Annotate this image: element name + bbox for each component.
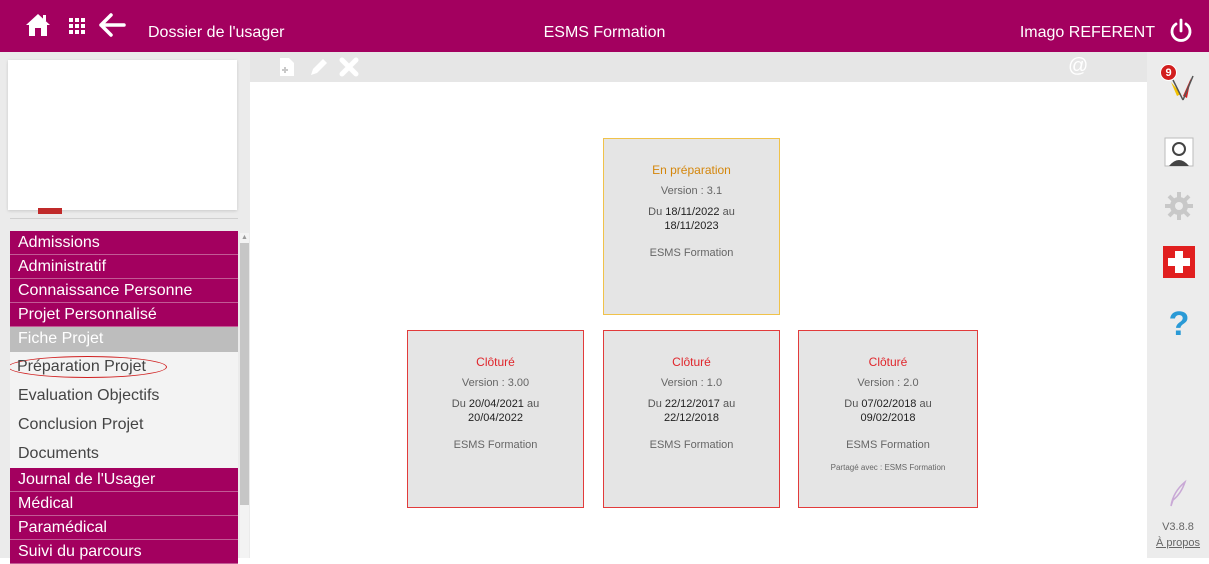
scroll-thumb[interactable] xyxy=(240,243,249,505)
new-document-icon[interactable] xyxy=(276,56,298,78)
menu-item-medical[interactable]: Médical xyxy=(10,492,238,516)
help-icon[interactable]: ? xyxy=(1163,306,1195,338)
card-status: Clôturé xyxy=(672,355,711,369)
card-org: ESMS Formation xyxy=(649,439,734,451)
home-icon[interactable] xyxy=(25,12,51,38)
card-status: Clôturé xyxy=(868,355,908,369)
user-photo xyxy=(8,60,237,210)
project-card-closed[interactable]: Clôturé Version : 3.00 Du 20/04/2021 au 2… xyxy=(407,330,584,508)
left-panel: Admissions Administratif Connaissance Pe… xyxy=(0,52,250,564)
menu-item-connaissance-personne[interactable]: Connaissance Personne xyxy=(10,279,238,303)
card-version: Version : 3.1 xyxy=(660,185,723,197)
alert-flag xyxy=(38,208,62,214)
project-card-current[interactable]: En préparation Version : 3.1 Du 18/11/20… xyxy=(603,138,780,315)
svg-text:?: ? xyxy=(1169,306,1190,338)
right-panel: 9 ? V3.8.8 À propos xyxy=(1147,52,1209,558)
card-shared-with: Partagé avec : ESMS Formation xyxy=(830,463,946,472)
card-version: Version : 3.00 xyxy=(461,377,530,389)
card-dates: Du 20/04/2021 au 20/04/2022 xyxy=(451,398,540,424)
highlight-circle: Préparation Projet xyxy=(10,356,167,378)
menu-item-journal-usager[interactable]: Journal de l'Usager xyxy=(10,468,238,492)
email-at-icon[interactable]: @ xyxy=(1068,55,1088,78)
menu-item-conclusion-projet[interactable]: Conclusion Projet xyxy=(10,410,238,439)
about-link[interactable]: À propos xyxy=(1147,537,1209,549)
side-menu: Admissions Administratif Connaissance Pe… xyxy=(10,231,238,564)
card-status: En préparation xyxy=(652,163,731,177)
menu-item-label: Préparation Projet xyxy=(17,358,146,375)
card-org: ESMS Formation xyxy=(649,247,734,259)
back-arrow-icon[interactable] xyxy=(98,12,126,38)
apps-grid-icon[interactable] xyxy=(66,15,88,37)
dossier-title: Dossier de l'usager xyxy=(148,24,285,41)
delete-x-icon[interactable] xyxy=(338,56,360,78)
project-card-closed[interactable]: Clôturé Version : 1.0 Du 22/12/2017 au 22… xyxy=(603,330,780,508)
edit-pencil-icon[interactable] xyxy=(308,56,330,78)
card-org: ESMS Formation xyxy=(846,439,930,451)
menu-scrollbar[interactable]: ▲ xyxy=(240,233,249,558)
settings-gear-icon[interactable] xyxy=(1163,190,1195,222)
project-card-closed[interactable]: Clôturé Version : 2.0 Du 07/02/2018 au 09… xyxy=(798,330,978,508)
menu-item-administratif[interactable]: Administratif xyxy=(10,255,238,279)
project-cards-area: En préparation Version : 3.1 Du 18/11/20… xyxy=(250,82,1147,558)
menu-item-documents[interactable]: Documents xyxy=(10,439,238,468)
medical-cross-icon[interactable] xyxy=(1163,246,1195,278)
menu-item-projet-personnalise[interactable]: Projet Personnalisé xyxy=(10,303,238,327)
card-dates: Du 18/11/2022 au 18/11/2023 xyxy=(648,206,735,232)
menu-item-suivi-parcours[interactable]: Suivi du parcours xyxy=(10,540,238,564)
divider xyxy=(10,218,238,219)
menu-item-paramedical[interactable]: Paramédical xyxy=(10,516,238,540)
card-status: Clôturé xyxy=(476,355,515,369)
card-dates: Du 07/02/2018 au 09/02/2018 xyxy=(844,398,932,424)
card-version: Version : 1.0 xyxy=(660,377,723,389)
power-icon[interactable] xyxy=(1168,18,1194,44)
top-bar: Dossier de l'usager ESMS Formation Imago… xyxy=(0,0,1209,52)
menu-item-fiche-projet[interactable]: Fiche Projet xyxy=(10,327,238,352)
menu-item-preparation-projet[interactable]: Préparation Projet xyxy=(10,352,238,381)
card-dates: Du 22/12/2017 au 22/12/2018 xyxy=(647,398,736,424)
user-name: Imago REFERENT xyxy=(1019,24,1155,41)
user-profile-icon[interactable] xyxy=(1163,136,1195,168)
notification-badge: 9 xyxy=(1160,64,1177,81)
app-version: V3.8.8 xyxy=(1162,521,1194,533)
feather-icon xyxy=(1170,479,1187,507)
card-version: Version : 2.0 xyxy=(857,377,919,389)
toolbar: @ xyxy=(250,52,1147,82)
menu-item-evaluation-objectifs[interactable]: Evaluation Objectifs xyxy=(10,381,238,410)
menu-item-admissions[interactable]: Admissions xyxy=(10,231,238,255)
scroll-up-arrow-icon[interactable]: ▲ xyxy=(240,233,249,242)
card-org: ESMS Formation xyxy=(453,439,538,451)
